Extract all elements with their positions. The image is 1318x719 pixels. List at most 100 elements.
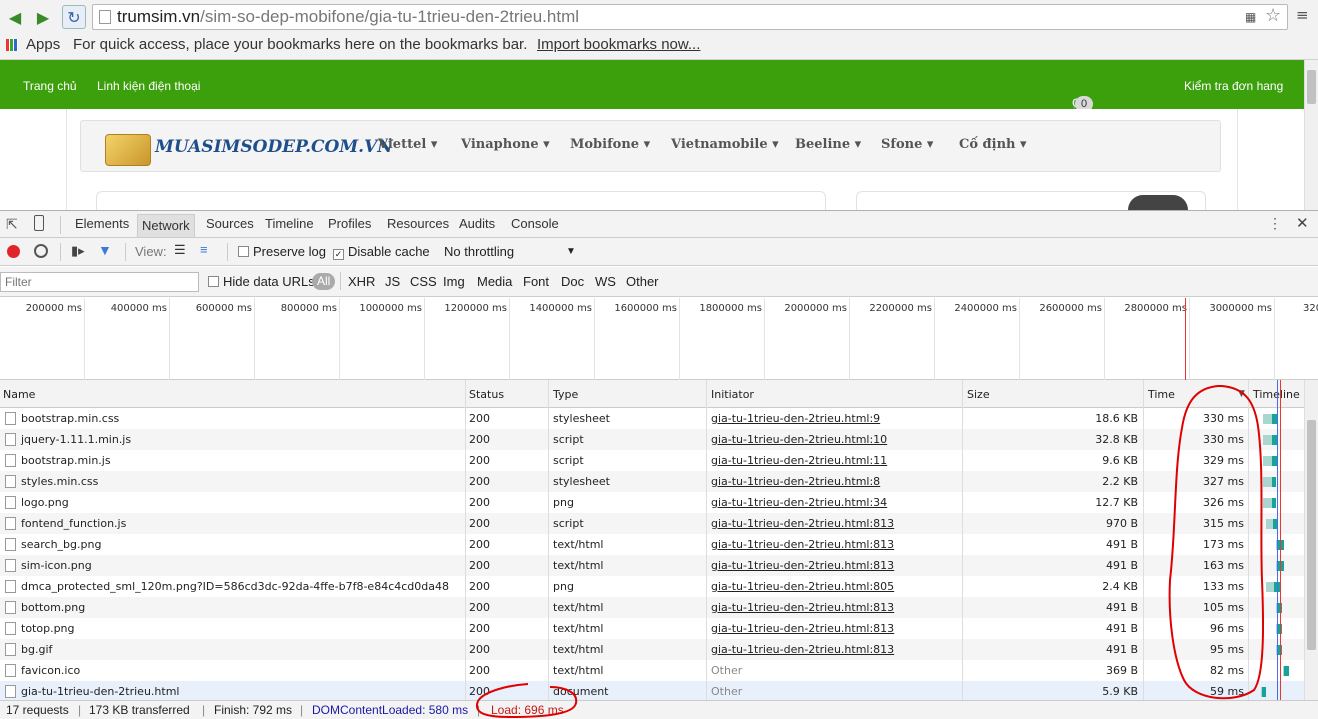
filter-img[interactable]: Img <box>443 274 465 289</box>
disable-cache-checkbox[interactable]: ✓ Disable cache <box>333 244 430 260</box>
hide-data-urls-checkbox[interactable]: Hide data URLs <box>208 274 315 289</box>
cell-name: bootstrap.min.css <box>21 412 120 425</box>
forward-arrow-icon[interactable]: ▶ <box>32 6 54 28</box>
network-overview[interactable]: 200000 ms 400000 ms 600000 ms 800000 ms … <box>0 298 1318 380</box>
device-mode-icon[interactable] <box>34 215 44 231</box>
preserve-log-checkbox[interactable]: Preserve log <box>238 244 326 259</box>
tab-elements[interactable]: Elements <box>75 216 129 231</box>
menu-mobifone[interactable]: Mobifone ▾ <box>570 137 650 152</box>
filter-doc[interactable]: Doc <box>561 274 584 289</box>
table-row[interactable]: favicon.ico 200 text/html Other 369 B 82 ms <box>0 660 1304 681</box>
table-row[interactable]: totop.png 200 text/html gia-tu-1trieu-den-2… <box>0 618 1304 639</box>
filter-font[interactable]: Font <box>523 274 549 289</box>
tab-network[interactable]: Network <box>137 214 195 237</box>
table-row[interactable]: bootstrap.min.js 200 script gia-tu-1trieu-d… <box>0 450 1304 471</box>
clear-icon[interactable] <box>34 244 48 258</box>
apps-link[interactable]: Apps <box>26 34 60 56</box>
menu-viettel[interactable]: Viettel ▾ <box>378 137 437 152</box>
table-row[interactable]: bottom.png 200 text/html gia-tu-1trieu-den-… <box>0 597 1304 618</box>
menu-vinaphone[interactable]: Vinaphone ▾ <box>461 137 550 152</box>
filter-other[interactable]: Other <box>626 274 659 289</box>
table-row[interactable]: styles.min.css 200 stylesheet gia-tu-1trieu… <box>0 471 1304 492</box>
address-bar[interactable]: trumsim.vn/sim-so-dep-mobifone/gia-tu-1t… <box>92 4 1288 30</box>
overview-tick-label: 1800000 ms <box>699 303 762 314</box>
translate-icon[interactable]: ▦ <box>1245 10 1256 24</box>
cell-initiator[interactable]: gia-tu-1trieu-den-2trieu.html:813 <box>711 597 894 618</box>
table-scroll-thumb[interactable] <box>1307 420 1316 650</box>
cell-initiator[interactable]: gia-tu-1trieu-den-2trieu.html:813 <box>711 513 894 534</box>
table-row[interactable]: bootstrap.min.css 200 stylesheet gia-tu-1tr… <box>0 408 1304 429</box>
column-size[interactable]: Size <box>967 388 990 401</box>
filter-xhr[interactable]: XHR <box>348 274 375 289</box>
cell-initiator[interactable]: gia-tu-1trieu-den-2trieu.html:813 <box>711 639 894 660</box>
large-rows-icon[interactable]: ☰ <box>174 242 186 258</box>
tab-resources[interactable]: Resources <box>387 216 449 231</box>
column-name[interactable]: Name <box>3 388 35 401</box>
filter-css[interactable]: CSS <box>410 274 437 289</box>
column-type[interactable]: Type <box>553 388 578 401</box>
inspect-element-icon[interactable]: ⇱ <box>6 216 18 233</box>
overview-icon[interactable]: ≡ <box>200 242 208 257</box>
nav-parts-link[interactable]: Linh kiện điện thoại <box>97 79 200 93</box>
back-arrow-icon[interactable]: ◀ <box>4 6 26 28</box>
menu-beeline[interactable]: Beeline ▾ <box>795 137 861 152</box>
menu-sfone[interactable]: Sfone ▾ <box>881 137 933 152</box>
page-scrollbar[interactable] <box>1304 60 1318 210</box>
apps-grid-icon[interactable] <box>6 39 18 51</box>
file-icon <box>5 454 16 467</box>
overview-tick-label: 400000 ms <box>110 303 167 314</box>
overview-tick-label: 2800000 ms <box>1124 303 1187 314</box>
capture-screenshots-icon[interactable]: ▮▸ <box>71 243 85 259</box>
order-check-link[interactable]: Kiểm tra đơn hang <box>1184 79 1283 93</box>
cell-initiator[interactable]: gia-tu-1trieu-den-2trieu.html:813 <box>711 618 894 639</box>
cell-initiator[interactable]: gia-tu-1trieu-den-2trieu.html:9 <box>711 408 880 429</box>
star-icon[interactable]: ☆ <box>1265 5 1281 26</box>
cell-initiator[interactable]: gia-tu-1trieu-den-2trieu.html:34 <box>711 492 887 513</box>
cell-status: 200 <box>469 643 490 656</box>
table-row[interactable]: search_bg.png 200 text/html gia-tu-1trieu-d… <box>0 534 1304 555</box>
tab-timeline[interactable]: Timeline <box>265 216 314 231</box>
table-row[interactable]: bg.gif 200 text/html gia-tu-1trieu-den-2tri… <box>0 639 1304 660</box>
filter-all[interactable]: All <box>312 273 336 290</box>
more-options-icon[interactable]: ⋮ <box>1268 215 1282 232</box>
table-row[interactable]: sim-icon.png 200 text/html gia-tu-1trieu-de… <box>0 555 1304 576</box>
filter-ws[interactable]: WS <box>595 274 616 289</box>
cell-initiator[interactable]: gia-tu-1trieu-den-2trieu.html:10 <box>711 429 887 450</box>
cell-initiator[interactable]: gia-tu-1trieu-den-2trieu.html:8 <box>711 471 880 492</box>
table-scrollbar[interactable] <box>1304 380 1318 700</box>
menu-vietnamobile[interactable]: Vietnamobile ▾ <box>671 137 779 152</box>
menu-icon[interactable]: ≡ <box>1296 6 1309 24</box>
close-devtools-icon[interactable]: ✕ <box>1296 214 1309 232</box>
filter-js[interactable]: JS <box>385 274 400 289</box>
cell-initiator[interactable]: gia-tu-1trieu-den-2trieu.html:11 <box>711 450 887 471</box>
tab-console[interactable]: Console <box>511 216 559 231</box>
table-row[interactable]: fontend_function.js 200 script gia-tu-1trie… <box>0 513 1304 534</box>
tab-audits[interactable]: Audits <box>459 216 495 231</box>
cell-initiator[interactable]: gia-tu-1trieu-den-2trieu.html:813 <box>711 534 894 555</box>
nav-home-link[interactable]: Trang chủ <box>23 79 77 93</box>
tab-sources[interactable]: Sources <box>206 216 254 231</box>
file-icon <box>5 664 16 677</box>
page-scroll-thumb[interactable] <box>1307 70 1316 104</box>
column-initiator[interactable]: Initiator <box>711 388 754 401</box>
tab-profiles[interactable]: Profiles <box>328 216 371 231</box>
site-logo-text[interactable]: MUASIMSODEP.COM.VN <box>155 137 393 157</box>
import-bookmarks-link[interactable]: Import bookmarks now... <box>537 34 700 56</box>
table-row[interactable]: dmca_protected_sml_120m.png?ID=586cd3dc-… <box>0 576 1304 597</box>
throttling-select[interactable]: No throttling ▼ <box>440 242 580 262</box>
table-row[interactable]: jquery-1.11.1.min.js 200 script gia-tu-1tri… <box>0 429 1304 450</box>
table-row[interactable]: logo.png 200 png gia-tu-1trieu-den-2trieu.h… <box>0 492 1304 513</box>
filter-icon[interactable]: ▼ <box>98 242 112 258</box>
filter-media[interactable]: Media <box>477 274 512 289</box>
cell-status: 200 <box>469 538 490 551</box>
cell-initiator[interactable]: gia-tu-1trieu-den-2trieu.html:813 <box>711 555 894 576</box>
record-icon[interactable] <box>7 245 20 258</box>
menu-landline[interactable]: Cố định ▾ <box>959 137 1027 152</box>
cell-name: dmca_protected_sml_120m.png?ID=586cd3dc-… <box>21 580 449 593</box>
cell-initiator[interactable]: gia-tu-1trieu-den-2trieu.html:805 <box>711 576 894 597</box>
filter-input[interactable] <box>0 272 199 292</box>
column-status[interactable]: Status <box>469 388 504 401</box>
search-box[interactable] <box>96 191 826 210</box>
reload-icon[interactable]: ↻ <box>62 5 86 29</box>
table-row[interactable]: gia-tu-1trieu-den-2trieu.html 200 document… <box>0 681 1304 700</box>
